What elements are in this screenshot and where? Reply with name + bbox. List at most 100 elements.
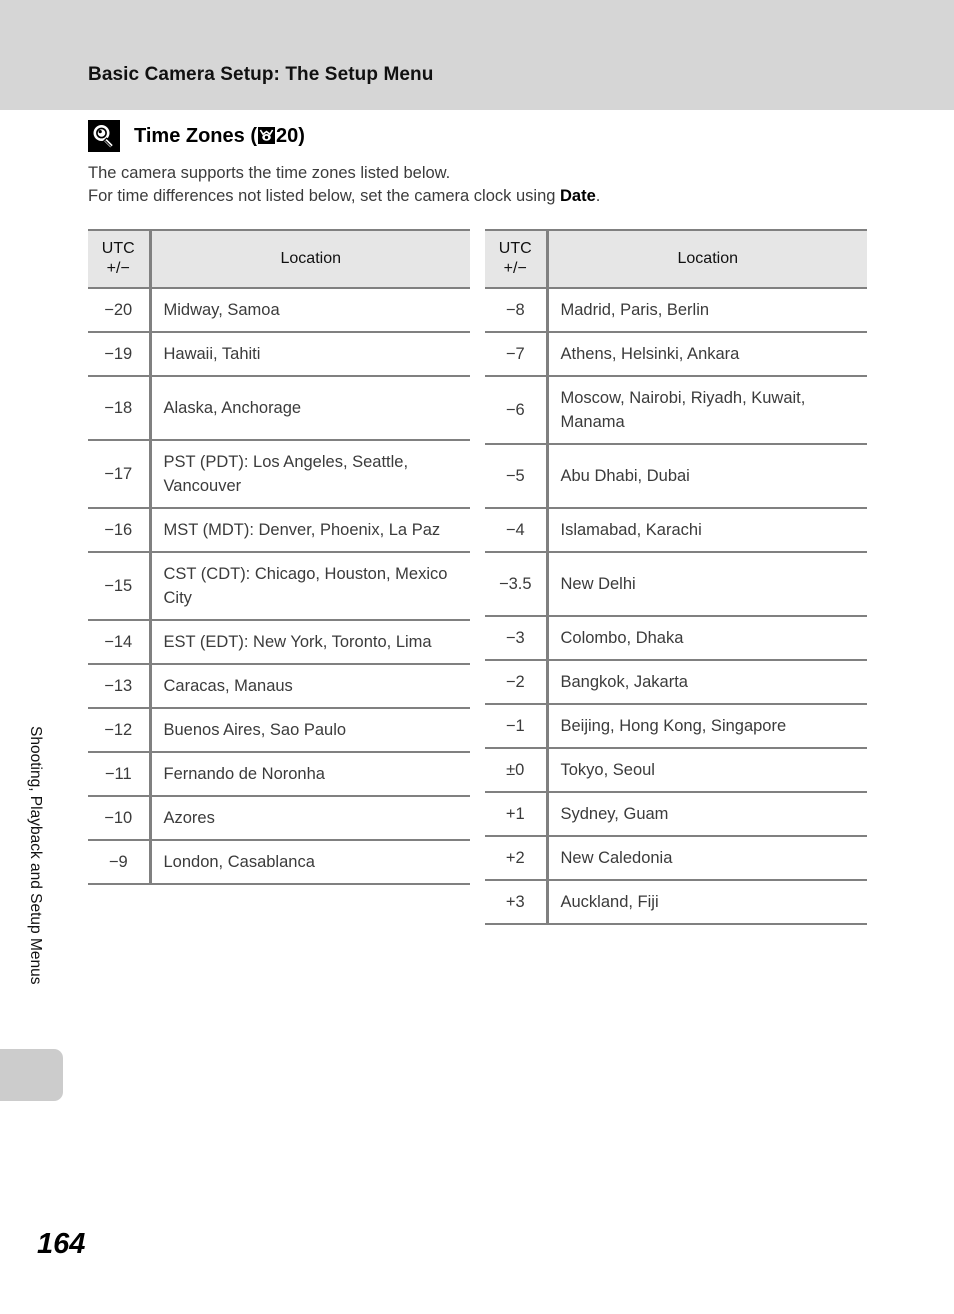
cell-utc-offset: −18	[88, 375, 152, 441]
cell-utc-offset: −3.5	[485, 551, 549, 617]
table-row: −6 Moscow, Nairobi, Riyadh, Kuwait, Manam…	[485, 375, 867, 445]
column-header-utc: UTC +/−	[88, 229, 152, 289]
camera-reference-icon	[258, 126, 275, 144]
cell-location: Auckland, Fiji	[547, 879, 867, 925]
cell-utc-offset: −10	[88, 795, 152, 841]
table-header-row: UTC +/− Location	[88, 229, 470, 289]
cell-location: Abu Dhabi, Dubai	[547, 443, 867, 509]
column-header-utc-line2: +/−	[503, 260, 527, 277]
cell-location: Alaska, Anchorage	[150, 375, 470, 441]
cell-utc-offset: −6	[485, 375, 549, 445]
section-title-close-paren: )	[298, 124, 305, 147]
table-header-row: UTC +/− Location	[485, 229, 867, 289]
cell-location: Tokyo, Seoul	[547, 747, 867, 793]
cell-location: Fernando de Noronha	[150, 751, 470, 797]
cell-utc-offset: −7	[485, 331, 549, 377]
section-title: Time Zones ( 20)	[134, 125, 305, 148]
cell-location: MST (MDT): Denver, Phoenix, La Paz	[150, 507, 470, 553]
cell-location: Beijing, Hong Kong, Singapore	[547, 703, 867, 749]
table-row: −5 Abu Dhabi, Dubai	[485, 443, 867, 509]
table-row: −11 Fernando de Noronha	[88, 751, 470, 797]
table-row: ±0 Tokyo, Seoul	[485, 747, 867, 793]
cell-location: Buenos Aires, Sao Paulo	[150, 707, 470, 753]
table-row: −17 PST (PDT): Los Angeles, Seattle, Vanc…	[88, 439, 470, 509]
table-row: −13 Caracas, Manaus	[88, 663, 470, 709]
cell-utc-offset: −13	[88, 663, 152, 709]
cell-location: EST (EDT): New York, Toronto, Lima	[150, 619, 470, 665]
column-header-utc-line1: UTC	[101, 240, 135, 257]
table-row: −7 Athens, Helsinki, Ankara	[485, 331, 867, 377]
table-row: −3 Colombo, Dhaka	[485, 615, 867, 661]
cell-location: PST (PDT): Los Angeles, Seattle, Vancouv…	[150, 439, 470, 509]
table-body-right: −8 Madrid, Paris, Berlin −7 Athens, Helsink…	[485, 287, 867, 925]
cell-utc-offset: −5	[485, 443, 549, 509]
cell-location: New Caledonia	[547, 835, 867, 881]
table-row: −19 Hawaii, Tahiti	[88, 331, 470, 377]
table-row: −15 CST (CDT): Chicago, Houston, Mexico C…	[88, 551, 470, 621]
date-menu-name: Date	[560, 187, 596, 205]
table-body-left: −20 Midway, Samoa −19 Hawaii, Tahiti −18 Alas…	[88, 287, 470, 885]
table-row: −18 Alaska, Anchorage	[88, 375, 470, 441]
intro-line-2-suffix: .	[595, 187, 601, 205]
table-row: −8 Madrid, Paris, Berlin	[485, 287, 867, 333]
cell-utc-offset: −19	[88, 331, 152, 377]
time-zone-table-left: UTC +/− Location −20 Midway, Samoa −19 Hawa…	[88, 229, 470, 885]
cell-utc-offset: −11	[88, 751, 152, 797]
column-header-utc-line1: UTC	[498, 240, 532, 257]
cell-utc-offset: −8	[485, 287, 549, 333]
cell-location: Madrid, Paris, Berlin	[547, 287, 867, 333]
table-row: −20 Midway, Samoa	[88, 287, 470, 333]
cell-location: London, Casablanca	[150, 839, 470, 885]
page-number: 164	[37, 1228, 86, 1260]
cell-utc-offset: −1	[485, 703, 549, 749]
table-row: −12 Buenos Aires, Sao Paulo	[88, 707, 470, 753]
cell-utc-offset: −4	[485, 507, 549, 553]
chapter-side-label: Shooting, Playback and Setup Menus	[27, 726, 44, 985]
time-zone-table-right: UTC +/− Location −8 Madrid, Paris, Berlin…	[485, 229, 867, 925]
table-row: −16 MST (MDT): Denver, Phoenix, La Paz	[88, 507, 470, 553]
cell-location: New Delhi	[547, 551, 867, 617]
cell-location: Athens, Helsinki, Ankara	[547, 331, 867, 377]
cell-utc-offset: −3	[485, 615, 549, 661]
cell-utc-offset: +1	[485, 791, 549, 837]
cell-location: Caracas, Manaus	[150, 663, 470, 709]
table-row: −9 London, Casablanca	[88, 839, 470, 885]
column-header-utc-line2: +/−	[106, 260, 130, 277]
cell-location: Islamabad, Karachi	[547, 507, 867, 553]
section-heading: Time Zones ( 20)	[88, 120, 305, 152]
cell-utc-offset: +3	[485, 879, 549, 925]
table-row: −1 Beijing, Hong Kong, Singapore	[485, 703, 867, 749]
column-header-utc: UTC +/−	[485, 229, 549, 289]
cell-utc-offset: ±0	[485, 747, 549, 793]
cell-location: Midway, Samoa	[150, 287, 470, 333]
table-row: −3.5 New Delhi	[485, 551, 867, 617]
intro-paragraph: The camera supports the time zones liste…	[88, 162, 600, 208]
cell-utc-offset: −17	[88, 439, 152, 509]
lightbulb-tip-icon	[88, 120, 120, 152]
cell-utc-offset: −20	[88, 287, 152, 333]
table-row: −10 Azores	[88, 795, 470, 841]
cell-location: Azores	[150, 795, 470, 841]
table-row: +3 Auckland, Fiji	[485, 879, 867, 925]
cell-utc-offset: −2	[485, 659, 549, 705]
cell-location: Colombo, Dhaka	[547, 615, 867, 661]
cell-location: Sydney, Guam	[547, 791, 867, 837]
running-header-band: Basic Camera Setup: The Setup Menu	[0, 0, 954, 110]
section-title-text: Time Zones (	[134, 124, 257, 147]
intro-line-1: The camera supports the time zones liste…	[88, 164, 451, 182]
chapter-thumb-tab	[0, 1049, 63, 1101]
running-header-title: Basic Camera Setup: The Setup Menu	[88, 64, 434, 85]
cell-utc-offset: +2	[485, 835, 549, 881]
table-row: −4 Islamabad, Karachi	[485, 507, 867, 553]
intro-line-2-prefix: For time differences not listed below, s…	[88, 187, 561, 205]
cell-location: Bangkok, Jakarta	[547, 659, 867, 705]
cell-utc-offset: −15	[88, 551, 152, 621]
cell-utc-offset: −12	[88, 707, 152, 753]
column-header-location: Location	[547, 229, 867, 289]
column-header-location: Location	[150, 229, 470, 289]
table-row: +2 New Caledonia	[485, 835, 867, 881]
table-row: +1 Sydney, Guam	[485, 791, 867, 837]
section-reference-page: 20	[276, 124, 299, 147]
cell-location: Moscow, Nairobi, Riyadh, Kuwait, Manama	[547, 375, 867, 445]
cell-location: Hawaii, Tahiti	[150, 331, 470, 377]
